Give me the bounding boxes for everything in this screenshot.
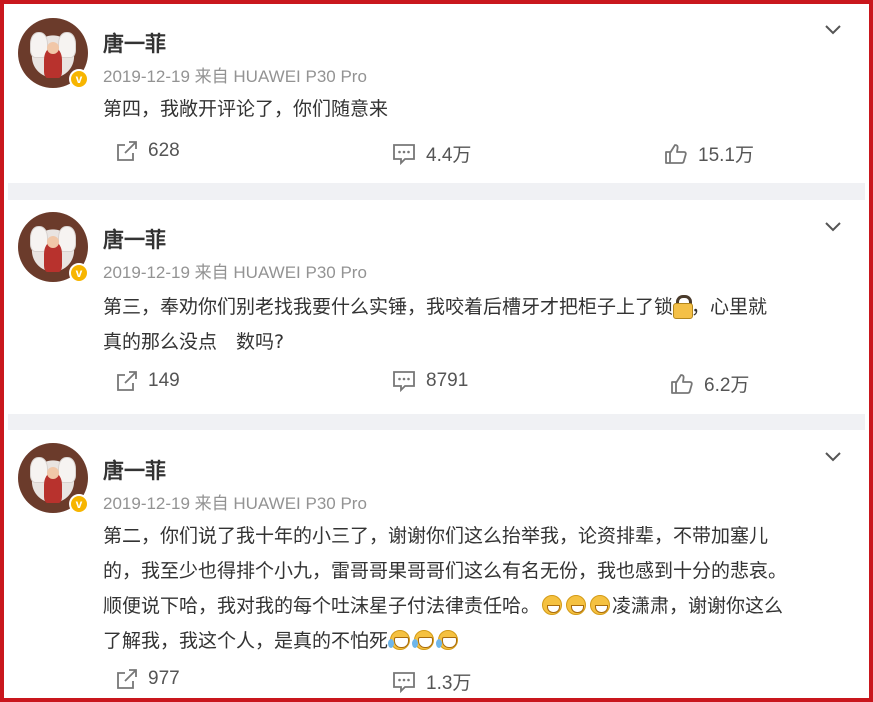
comment-count: 1.3万 [426,673,472,694]
repost-button[interactable]: 149 [116,370,180,392]
comment-count: 4.4万 [426,145,472,166]
share-icon [117,141,137,161]
chevron-down-icon[interactable] [825,452,841,462]
post-meta: 2019-12-19 来自 HUAWEI P30 Pro [103,494,367,513]
repost-button[interactable]: 977 [116,668,180,690]
post-actions: 628 4.4万 15.1万 [8,140,865,170]
repost-count: 149 [148,370,180,391]
face-figure [47,467,59,479]
grin-emoji-icon [590,595,611,615]
verified-badge-icon: v [69,263,89,283]
thumbs-up-icon [671,373,693,394]
thumbs-up-icon [665,143,687,164]
chevron-down-icon[interactable] [825,222,841,232]
repost-button[interactable]: 628 [116,140,180,162]
post-text-line: 的，我至少也得排个小九，雷哥哥果哥哥们这么有名无份，我也感到十分的悲哀。 [103,560,788,582]
post-text-line: 顺便说下哈，我对我的每个吐沫星子付法律责任哈。 [103,595,541,617]
comment-icon [393,371,415,392]
post-text-line: 第四，我敞开评论了，你们随意来 [103,98,389,120]
comment-button[interactable]: 1.3万 [392,668,471,695]
post-text-line: 第二，你们说了我十年的小三了，谢谢你们这么抬举我，论资排辈，不带加塞儿 [103,525,769,547]
screenshot-frame: v 唐一菲 2019-12-19 来自 HUAWEI P30 Pro 第四，我敞… [0,0,873,702]
comment-icon [393,143,415,165]
share-icon [117,669,137,689]
comment-button[interactable]: 8791 [392,370,468,392]
repost-count: 977 [148,668,180,689]
weibo-post: v 唐一菲 2019-12-19 来自 HUAWEI P30 Pro 第二，你们… [8,430,865,698]
post-text: 第四，我敞开评论了，你们随意来 [103,92,840,127]
post-separator [8,183,865,200]
comment-count: 8791 [426,370,469,391]
chevron-down-icon[interactable] [825,25,841,35]
verified-badge-icon: v [69,494,89,514]
post-text-line: 真的那么没点 数吗? [103,331,285,353]
like-count: 6.2万 [704,375,750,396]
lock-emoji-icon [673,295,694,319]
post-text-line: 第三，奉劝你们别老找我要什么实锤，我咬着后槽牙才把柜子上了锁 [103,296,674,318]
post-actions: 149 8791 6.2万 [8,370,865,400]
face-figure [47,42,59,54]
post-separator [8,414,865,430]
face-figure [47,236,59,248]
grin-emoji-icon [542,595,563,615]
author-name[interactable]: 唐一菲 [103,224,166,254]
comment-button[interactable]: 4.4万 [392,140,471,167]
like-count: 15.1万 [698,145,754,166]
post-text-line: ，心里就 [691,296,768,318]
verified-badge-icon: v [69,69,89,89]
weibo-post: v 唐一菲 2019-12-19 来自 HUAWEI P30 Pro 第三，奉劝… [8,200,865,414]
post-text: 第三，奉劝你们别老找我要什么实锤，我咬着后槽牙才把柜子上了锁 ，心里就 真的那么没… [103,290,840,360]
post-text-line: 凌潇肃，谢谢你这么 [612,595,784,617]
post-text: 第二，你们说了我十年的小三了，谢谢你们这么抬举我，论资排辈，不带加塞儿 的，我至… [103,519,840,659]
repost-count: 628 [148,140,180,161]
like-button[interactable]: 15.1万 [664,140,754,167]
laugh-cry-emoji-icon [436,630,459,650]
post-text-line: 了解我，我这个人，是真的不怕死 [103,630,389,652]
post-meta: 2019-12-19 来自 HUAWEI P30 Pro [103,263,367,282]
author-name[interactable]: 唐一菲 [103,28,166,58]
post-meta: 2019-12-19 来自 HUAWEI P30 Pro [103,67,367,86]
share-icon [117,371,137,391]
watermark [561,676,861,698]
like-button[interactable]: 6.2万 [670,370,749,397]
author-name[interactable]: 唐一菲 [103,455,166,485]
comment-icon [393,671,415,693]
laugh-cry-emoji-icon [412,630,435,650]
laugh-cry-emoji-icon [388,630,411,650]
grin-emoji-icon [566,595,587,615]
weibo-post: v 唐一菲 2019-12-19 来自 HUAWEI P30 Pro 第四，我敞… [8,8,865,183]
